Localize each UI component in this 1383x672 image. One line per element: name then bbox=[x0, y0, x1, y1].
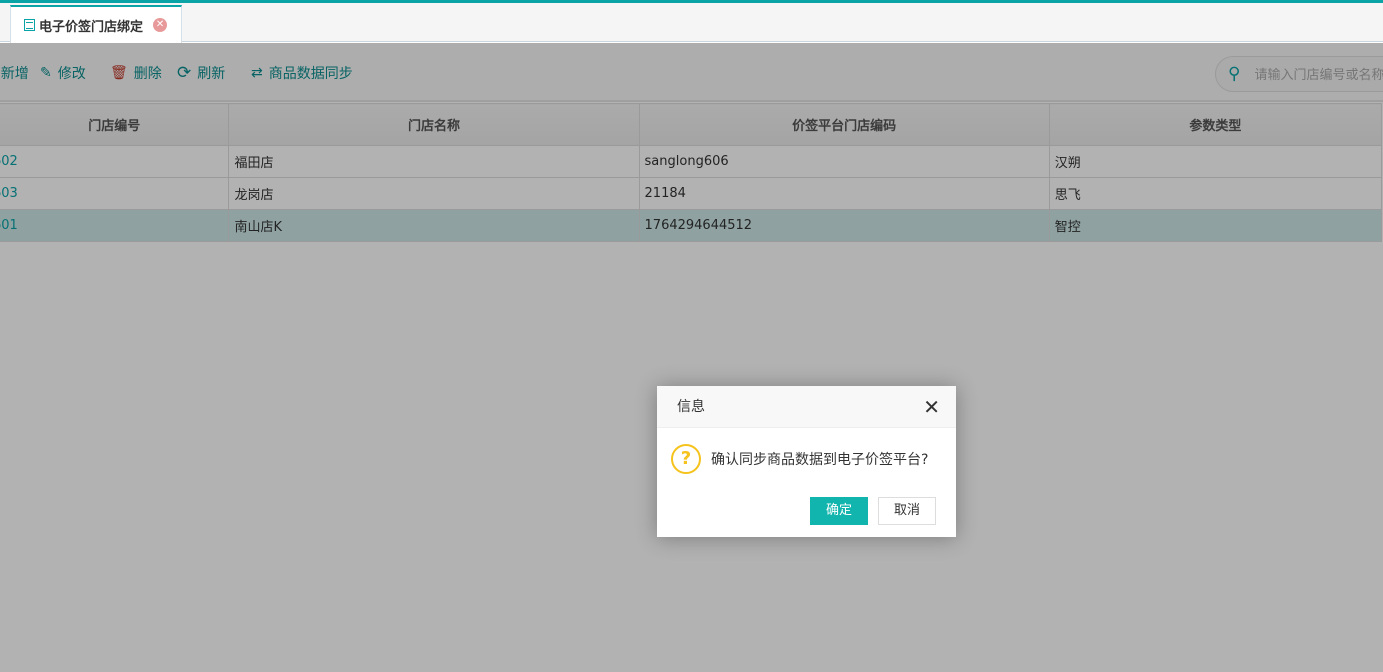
list-icon bbox=[24, 19, 35, 31]
confirm-button[interactable]: 确定 bbox=[810, 497, 868, 525]
dialog-title: 信息 bbox=[677, 399, 705, 415]
cancel-button[interactable]: 取消 bbox=[878, 497, 936, 525]
close-icon[interactable]: ✕ bbox=[923, 386, 940, 428]
tab-close-icon[interactable]: ✕ bbox=[153, 18, 168, 32]
question-icon: ? bbox=[671, 444, 701, 474]
dialog-message: 确认同步商品数据到电子价签平台? bbox=[711, 452, 929, 468]
tab-bar: 电子价签门店绑定 ✕ bbox=[0, 3, 1383, 43]
modal-overlay[interactable] bbox=[0, 43, 1383, 672]
dialog-header: 信息 ✕ bbox=[657, 386, 956, 428]
tab-esl-store-binding[interactable]: 电子价签门店绑定 ✕ bbox=[10, 5, 182, 43]
dialog-body: ? 确认同步商品数据到电子价签平台? bbox=[657, 428, 956, 474]
confirm-dialog: 信息 ✕ ? 确认同步商品数据到电子价签平台? 确定 取消 bbox=[657, 386, 956, 537]
tab-label: 电子价签门店绑定 bbox=[39, 19, 144, 35]
